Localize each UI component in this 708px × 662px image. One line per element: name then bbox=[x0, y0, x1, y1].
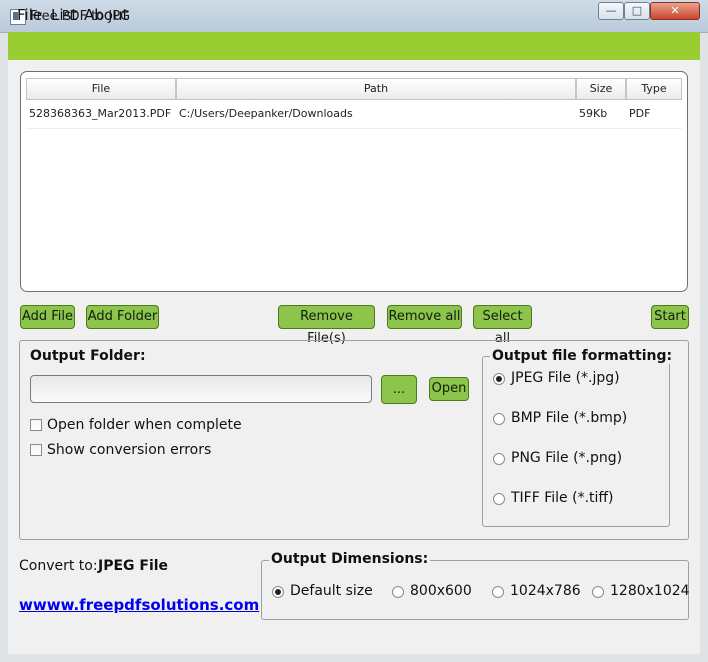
tiff-radio[interactable] bbox=[493, 493, 505, 505]
open-folder-checkbox[interactable] bbox=[30, 419, 42, 431]
800x600-label[interactable]: 800x600 bbox=[410, 583, 472, 599]
bmp-radio[interactable] bbox=[493, 413, 505, 425]
close-button[interactable]: ✕ bbox=[650, 2, 700, 20]
column-header-size[interactable]: Size bbox=[576, 78, 626, 100]
file-size-cell[interactable]: 59Kb bbox=[579, 107, 607, 120]
default-size-label[interactable]: Default size bbox=[290, 583, 373, 599]
1024x786-label[interactable]: 1024x786 bbox=[510, 583, 581, 599]
website-link[interactable]: wwww.freepdfsolutions.com bbox=[19, 596, 259, 614]
tiff-label[interactable]: TIFF File (*.tiff) bbox=[511, 490, 614, 506]
minimize-button[interactable]: — bbox=[598, 2, 624, 20]
jpeg-radio[interactable] bbox=[493, 373, 505, 385]
browse-button[interactable]: ... bbox=[381, 375, 417, 404]
remove-all-button[interactable]: Remove all bbox=[387, 305, 462, 329]
convert-to-label: Convert to: bbox=[19, 558, 98, 574]
file-path-cell[interactable]: C:/Users/Deepanker/Downloads bbox=[179, 107, 353, 120]
png-radio[interactable] bbox=[493, 453, 505, 465]
1024x786-radio[interactable] bbox=[492, 586, 504, 598]
output-folder-input[interactable] bbox=[30, 375, 372, 403]
open-button[interactable]: Open bbox=[429, 377, 469, 401]
open-folder-label[interactable]: Open folder when complete bbox=[47, 417, 242, 433]
maximize-button[interactable]: □ bbox=[624, 2, 650, 20]
add-folder-button[interactable]: Add Folder bbox=[86, 305, 159, 329]
start-button[interactable]: Start bbox=[651, 305, 689, 329]
show-errors-label[interactable]: Show conversion errors bbox=[47, 442, 211, 458]
column-header-file[interactable]: File bbox=[26, 78, 176, 100]
column-header-type[interactable]: Type bbox=[626, 78, 682, 100]
select-all-button[interactable]: Select all bbox=[473, 305, 532, 346]
bmp-label[interactable]: BMP File (*.bmp) bbox=[511, 410, 627, 426]
format-group-title: Output file formatting: bbox=[490, 348, 675, 364]
1280x1024-label[interactable]: 1280x1024 bbox=[610, 583, 690, 599]
file-name-cell[interactable]: 528368363_Mar2013.PDF bbox=[29, 107, 171, 120]
menu-about[interactable]: About bbox=[84, 6, 128, 24]
convert-to-value: JPEG File bbox=[98, 558, 169, 574]
png-label[interactable]: PNG File (*.png) bbox=[511, 450, 622, 466]
menu-file[interactable]: File bbox=[17, 6, 42, 24]
dimensions-group-title: Output Dimensions: bbox=[269, 551, 431, 567]
column-header-path[interactable]: Path bbox=[176, 78, 576, 100]
800x600-radio[interactable] bbox=[392, 586, 404, 598]
add-file-button[interactable]: Add File bbox=[20, 305, 75, 329]
menu-bar bbox=[8, 32, 700, 60]
row-divider bbox=[26, 128, 682, 129]
remove-files-button[interactable]: Remove File(s) bbox=[278, 305, 375, 346]
output-folder-label: Output Folder: bbox=[30, 348, 146, 364]
menu-list[interactable]: List bbox=[51, 6, 77, 24]
jpeg-label[interactable]: JPEG File (*.jpg) bbox=[511, 370, 620, 386]
show-errors-checkbox[interactable] bbox=[30, 444, 42, 456]
default-size-radio[interactable] bbox=[272, 586, 284, 598]
1280x1024-radio[interactable] bbox=[592, 586, 604, 598]
file-type-cell[interactable]: PDF bbox=[629, 107, 650, 120]
file-list[interactable] bbox=[20, 71, 688, 292]
